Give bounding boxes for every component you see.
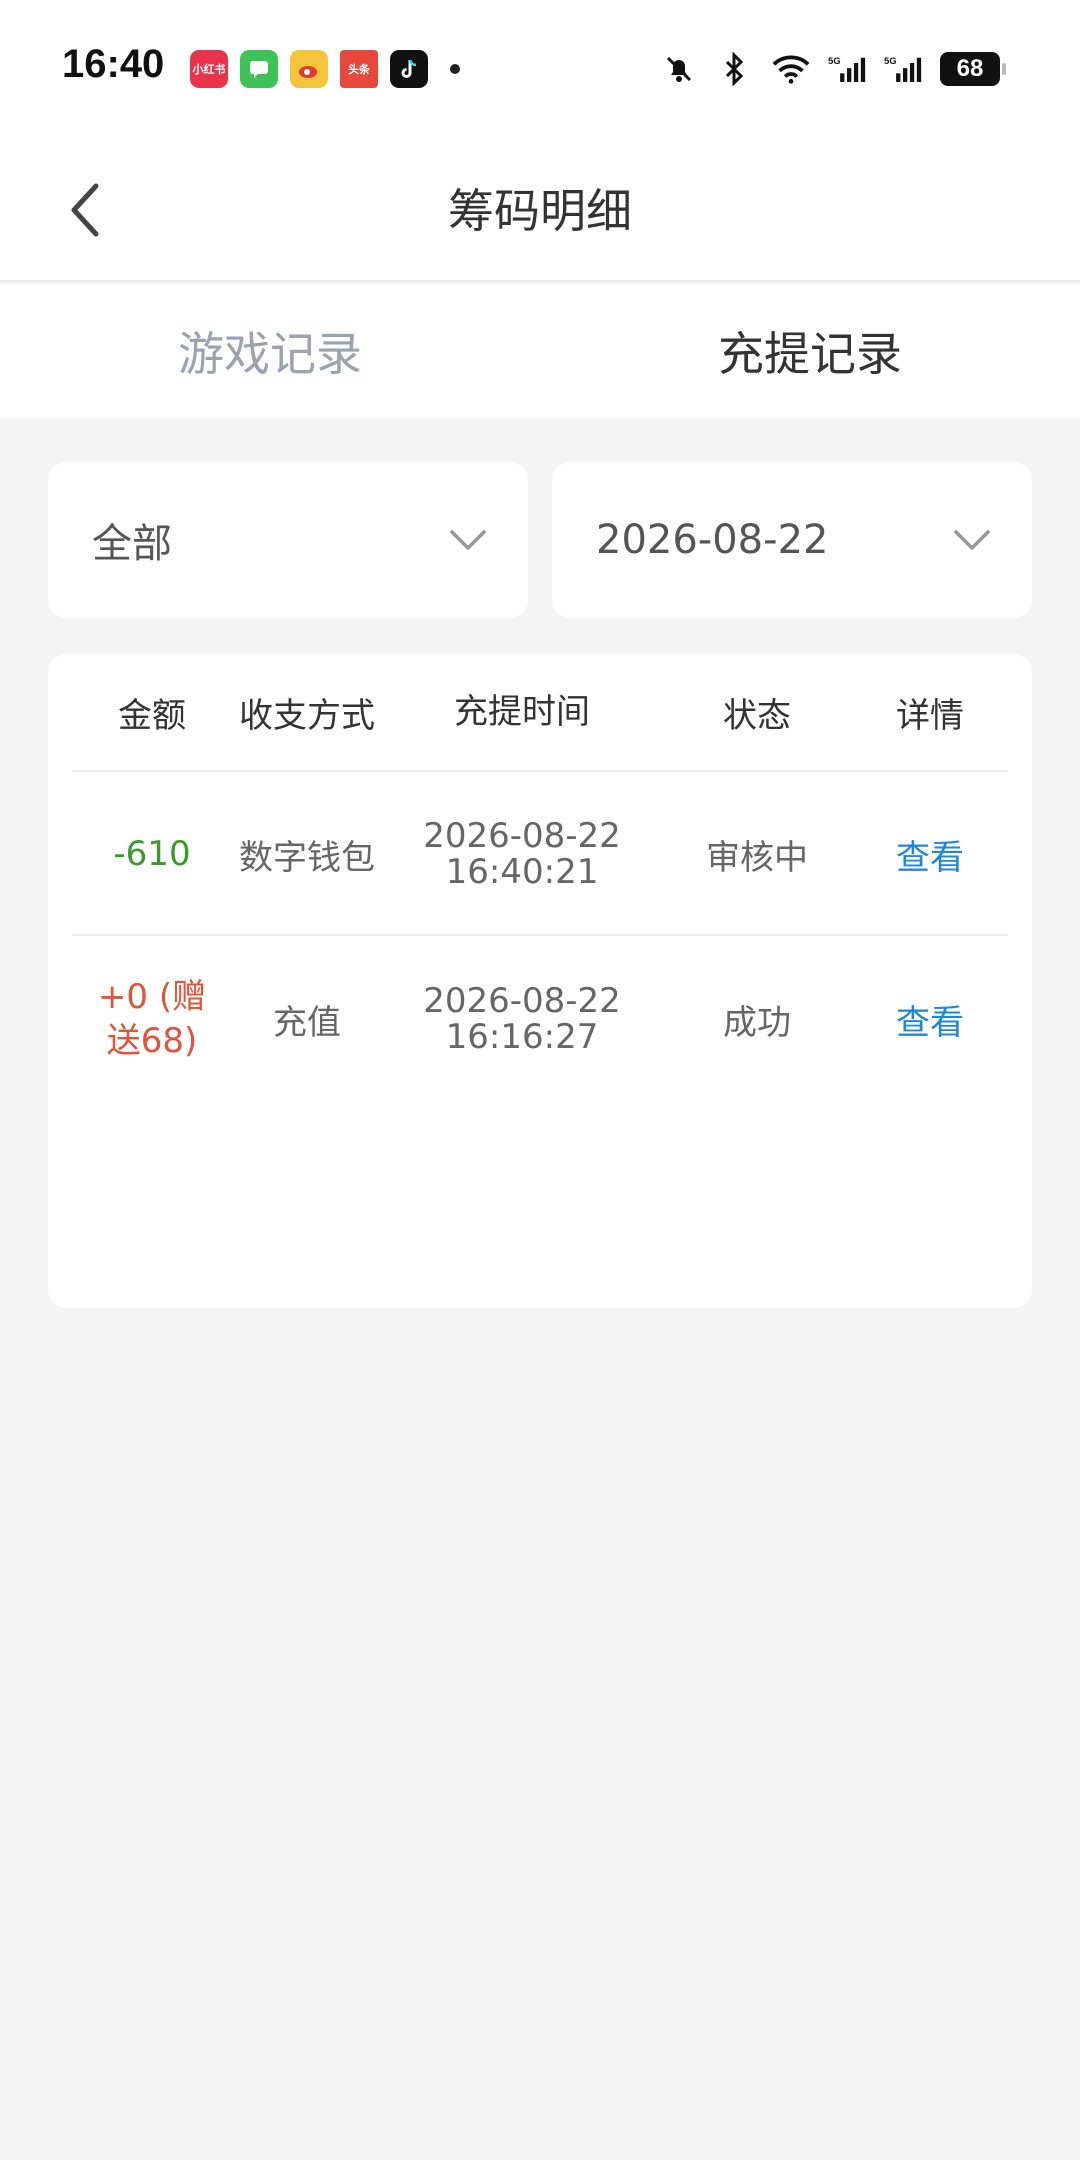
date-select-value: 2026-08-22 <box>596 517 829 563</box>
chevron-down-icon <box>954 530 990 550</box>
signal-5g-icon: 5G <box>828 50 866 88</box>
svg-text:5G: 5G <box>828 56 841 67</box>
row-method: 充值 <box>273 1002 341 1043</box>
row-amount: +0 (赠 送68) <box>72 975 232 1063</box>
tiktok-icon <box>390 50 428 88</box>
more-notifications-dot <box>450 64 460 74</box>
mute-icon <box>660 50 698 88</box>
row-datetime: 2026-08-22 16:16:27 <box>382 983 662 1055</box>
view-detail-link[interactable]: 查看 <box>852 995 1008 1044</box>
toutiao-icon: 头条 <box>340 50 378 88</box>
battery-level: 68 <box>956 55 984 82</box>
filter-bar: 全部 2026-08-22 <box>48 462 1032 618</box>
row-amount-line2: 送68) <box>106 1021 198 1061</box>
wifi-icon <box>772 50 810 88</box>
header-method: 收支方式 <box>239 695 375 736</box>
back-button[interactable] <box>56 170 116 250</box>
records-table: 金额 收支方式 充提时间 状态 详情 -610 数字钱包 2026-08-22 … <box>48 654 1032 1308</box>
tab-deposit-withdraw-records[interactable]: 充提记录 <box>540 284 1080 418</box>
row-date: 2026-08-22 <box>423 816 621 856</box>
row-status: 审核中 <box>706 837 808 878</box>
type-select-value: 全部 <box>92 521 172 567</box>
tab-game-records[interactable]: 游戏记录 <box>0 284 540 418</box>
toutiao-label: 头条 <box>348 63 370 76</box>
tab-bar: 游戏记录 充提记录 <box>0 284 1080 418</box>
notification-icons: 小红书 头条 <box>190 50 460 88</box>
battery-icon: 68 <box>940 52 1006 86</box>
header-amount: 金额 <box>118 695 186 736</box>
header-status: 状态 <box>723 695 791 736</box>
row-amount: -610 <box>113 834 191 874</box>
status-bar: 16:40 小红书 头条 5G 5G 68 <box>0 0 1080 140</box>
header-detail: 详情 <box>896 695 964 736</box>
row-amount-line1: +0 (赠 <box>97 977 207 1017</box>
xiaohongshu-label: 小红书 <box>192 63 226 76</box>
table-row: +0 (赠 送68) 充值 2026-08-22 16:16:27 成功 查看 <box>72 938 1008 1100</box>
date-select[interactable]: 2026-08-22 <box>552 462 1032 618</box>
nav-bar: 筹码明细 <box>0 140 1080 282</box>
table-row: -610 数字钱包 2026-08-22 16:40:21 审核中 查看 <box>72 774 1008 936</box>
row-method: 数字钱包 <box>239 837 375 878</box>
bluetooth-icon <box>716 50 754 88</box>
table-header: 金额 收支方式 充提时间 状态 详情 <box>72 654 1008 772</box>
chevron-left-icon <box>71 183 99 237</box>
row-time: 16:40:21 <box>445 852 599 892</box>
header-time: 充提时间 <box>454 692 590 732</box>
system-icons: 5G 5G 68 <box>660 50 1006 88</box>
view-detail-link[interactable]: 查看 <box>852 830 1008 879</box>
row-status: 成功 <box>723 1002 791 1043</box>
xiaohongshu-icon: 小红书 <box>190 50 228 88</box>
svg-text:5G: 5G <box>884 56 897 67</box>
page-title: 筹码明细 <box>448 184 632 238</box>
signal-5g-icon-2: 5G <box>884 50 922 88</box>
chevron-down-icon <box>450 530 486 550</box>
row-date: 2026-08-22 <box>423 981 621 1021</box>
status-time: 16:40 <box>62 42 165 86</box>
messages-icon <box>240 50 278 88</box>
type-select[interactable]: 全部 <box>48 462 528 618</box>
row-time: 16:16:27 <box>445 1017 599 1057</box>
row-datetime: 2026-08-22 16:40:21 <box>382 818 662 890</box>
weibo-icon <box>290 50 328 88</box>
